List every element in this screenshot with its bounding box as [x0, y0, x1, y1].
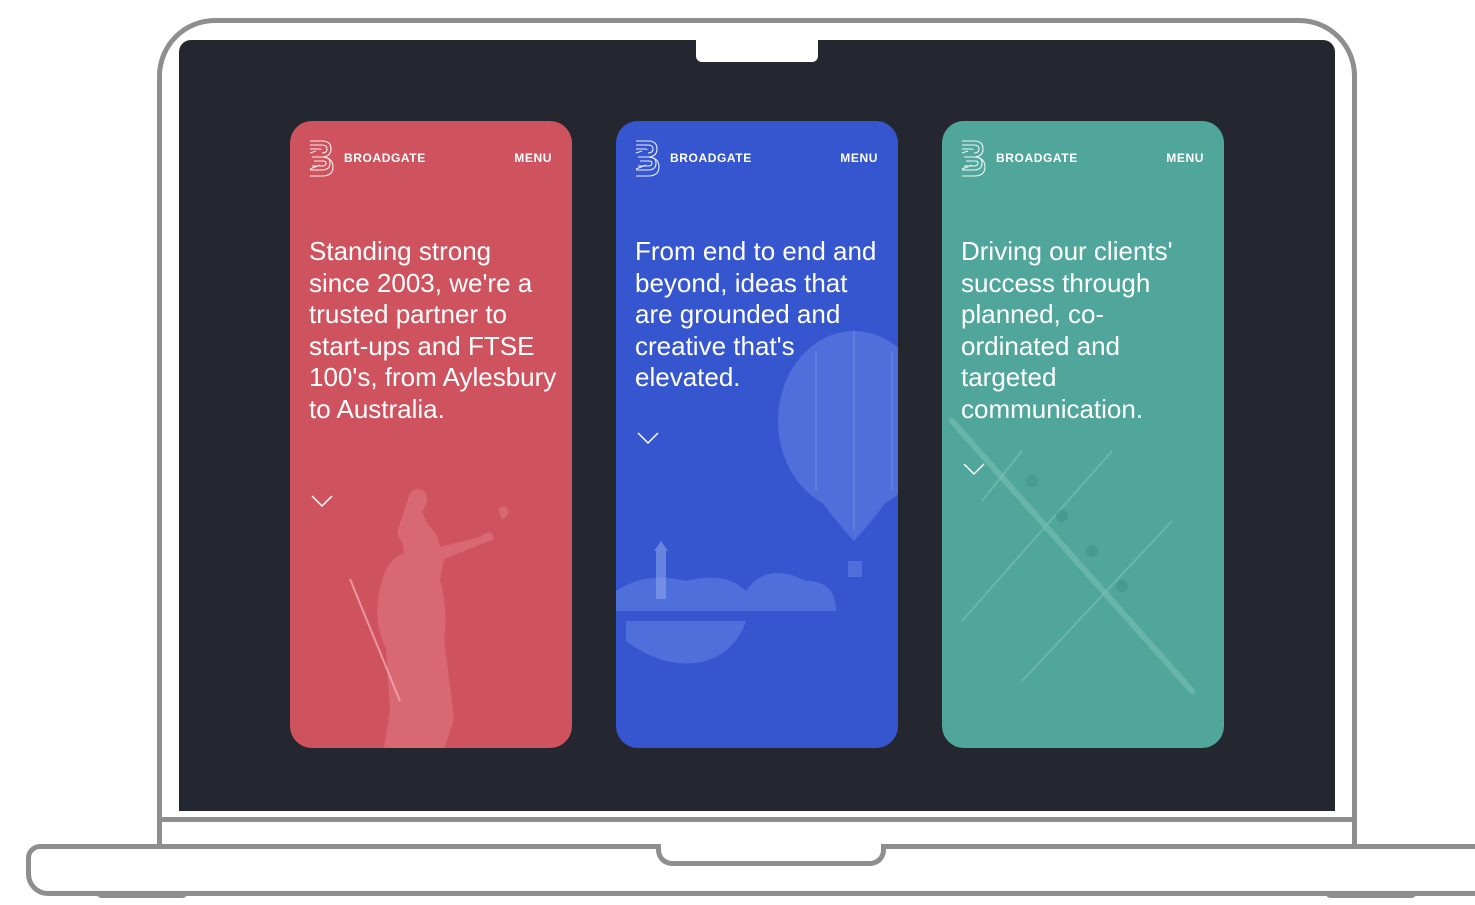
phone-card-red: BROADGATE MENU Standing strong since 200…	[290, 121, 572, 748]
phone-card-teal: BROADGATE MENU Driving our clients' succ…	[942, 121, 1224, 748]
hero-headline: Standing strong since 2003, we're a trus…	[309, 236, 557, 424]
chevron-down-icon[interactable]	[962, 461, 986, 477]
chevron-down-icon[interactable]	[636, 430, 660, 446]
laptop-foot-right	[1325, 892, 1417, 898]
hero-headline: Driving our clients' success through pla…	[961, 236, 1173, 424]
laptop-base-edge	[1445, 844, 1475, 896]
laptop-screen: BROADGATE MENU Standing strong since 200…	[179, 40, 1335, 811]
phone-card-blue: BROADGATE MENU From end to end and beyon…	[616, 121, 898, 748]
laptop-thumb-notch	[656, 844, 886, 866]
chevron-down-icon[interactable]	[310, 493, 334, 509]
laptop-foot-left	[96, 892, 188, 898]
statue-illustration	[349, 489, 509, 748]
hero-headline: From end to end and beyond, ideas that a…	[635, 236, 877, 392]
camera-notch	[696, 40, 818, 62]
rowing-illustration	[949, 418, 1195, 694]
